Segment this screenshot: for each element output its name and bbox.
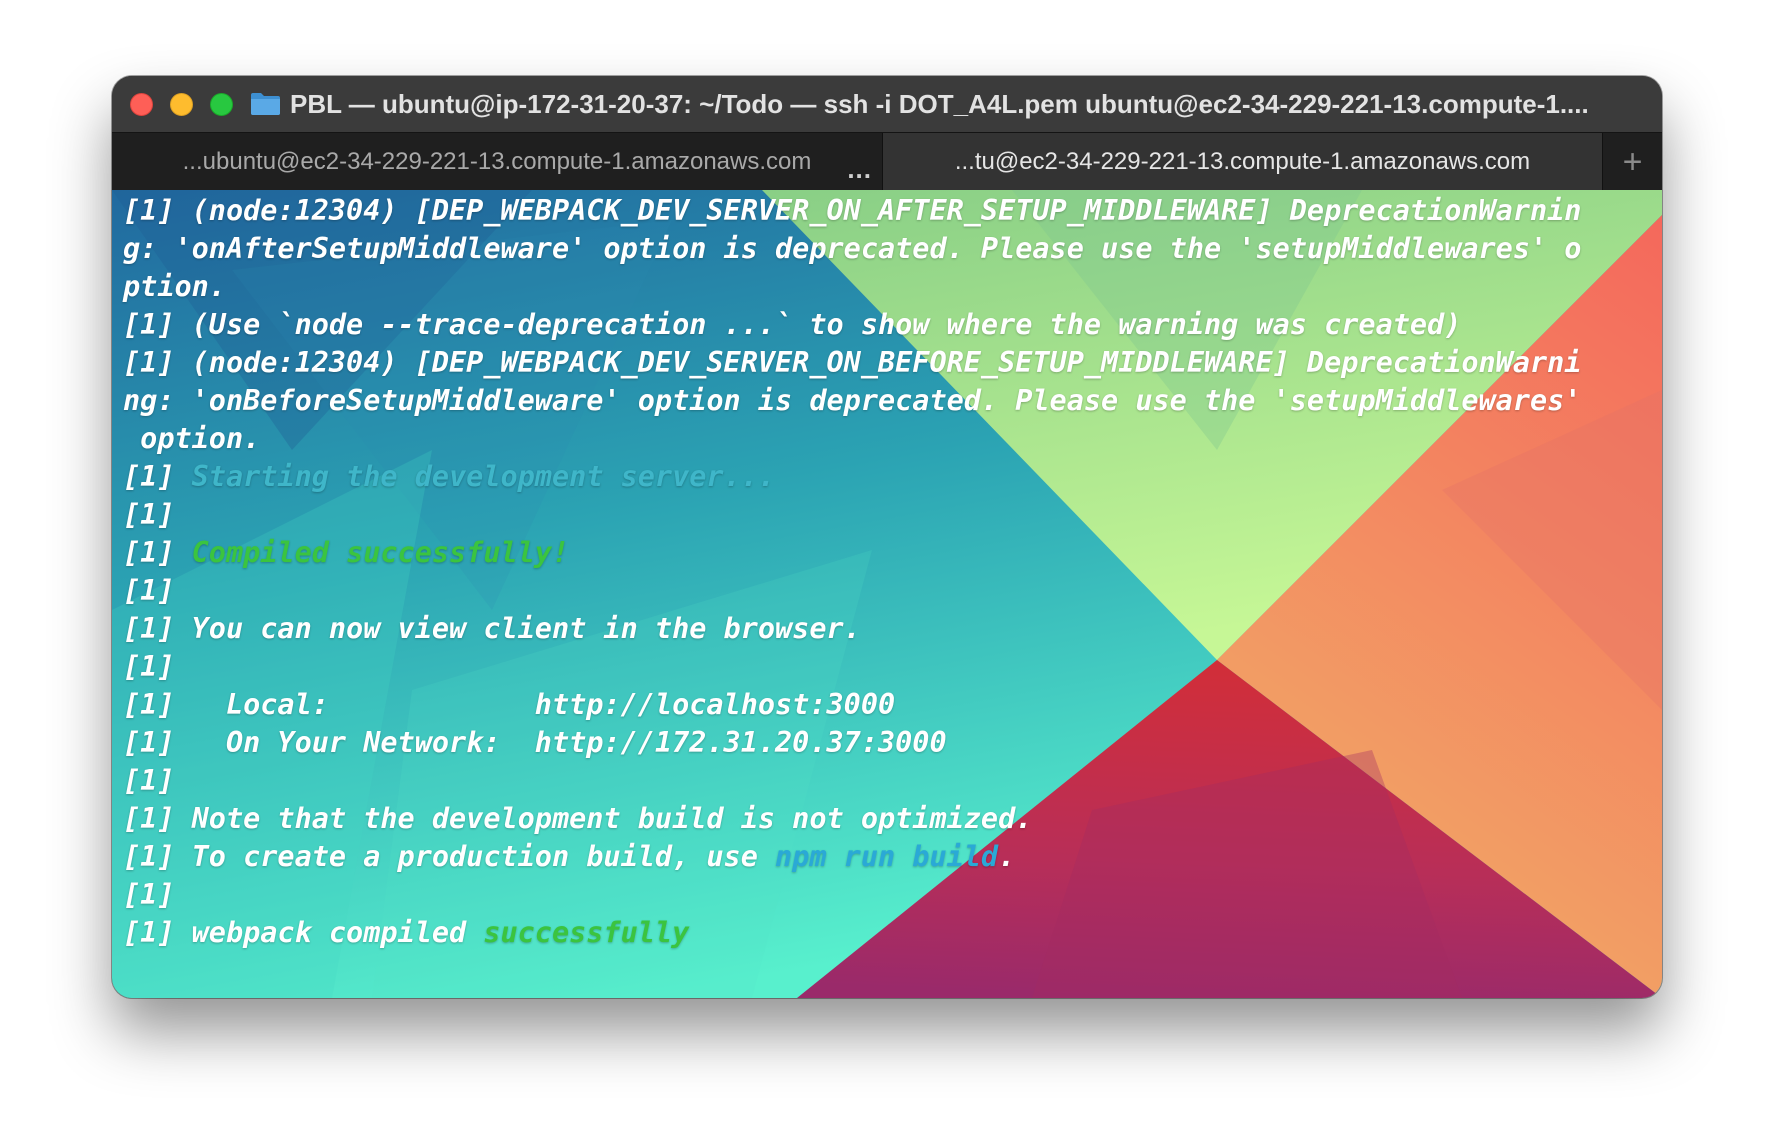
terminal-text-segment: [1] [123,460,192,493]
terminal-line: [1] Starting the development server... [123,458,1654,496]
terminal-text-segment: g: 'onAfterSetupMiddleware' option is de… [123,232,1582,265]
terminal-text-segment: Starting the development server... [191,460,776,493]
terminal-line: option. [123,420,1654,458]
terminal-line: [1] (node:12304) [DEP_WEBPACK_DEV_SERVER… [123,344,1654,382]
terminal-line: [1] To create a production build, use np… [123,838,1654,876]
terminal-text-segment: [1] To create a production build, use [123,840,776,873]
terminal-text-segment: npm run build [775,840,999,873]
terminal-line: g: 'onAfterSetupMiddleware' option is de… [123,230,1654,268]
terminal-text-segment: ption. [123,270,226,303]
terminal-line: [1] [123,648,1654,686]
terminal-line: [1] Note that the development build is n… [123,800,1654,838]
terminal-text-segment: [1] Note that the development build is n… [123,802,1033,835]
minimize-button[interactable] [170,92,193,116]
terminal-line: ption. [123,268,1654,306]
terminal-text-segment: [1] [123,498,175,531]
terminal-text-segment: Compiled successfully! [191,536,570,569]
terminal-text-segment: [1] (node:12304) [DEP_WEBPACK_DEV_SERVER… [123,346,1582,379]
terminal-text-segment: [1] On Your Network: http://172.31.20.37… [123,726,947,759]
terminal-text-segment: successfully [483,916,690,949]
close-button[interactable] [130,92,153,116]
terminal-line: [1] [123,876,1654,914]
terminal-line: [1] [123,762,1654,800]
terminal-line: [1] (node:12304) [DEP_WEBPACK_DEV_SERVER… [123,192,1654,230]
terminal-line: [1] You can now view client in the brows… [123,610,1654,648]
terminal-line: [1] On Your Network: http://172.31.20.37… [123,724,1654,762]
window-controls [130,92,233,116]
terminal-line: [1] webpack compiled successfully [123,914,1654,952]
terminal-text-segment: [1] Local: http://localhost:3000 [123,688,896,721]
window-title: PBL — ubuntu@ip-172-31-20-37: ~/Todo — s… [290,88,1589,119]
terminal-text-segment: [1] (Use `node --trace-deprecation ...` … [123,308,1462,341]
title-bar[interactable]: PBL — ubuntu@ip-172-31-20-37: ~/Todo — s… [112,76,1662,132]
terminal-content[interactable]: [1] (node:12304) [DEP_WEBPACK_DEV_SERVER… [112,190,1662,998]
terminal-line: [1] [123,572,1654,610]
tab-ssh-session-1[interactable]: ...ubuntu@ec2-34-229-221-13.compute-1.am… [112,133,882,191]
tab-overflow-icon: ... [847,154,872,184]
tab-label: ...ubuntu@ec2-34-229-221-13.compute-1.am… [182,148,812,175]
tab-label: ...tu@ec2-34-229-221-13.compute-1.amazon… [954,148,1531,175]
terminal-text-segment: [1] [123,764,175,797]
new-tab-button[interactable]: + [1603,133,1662,191]
terminal-text-segment: [1] You can now view client in the brows… [123,612,861,645]
zoom-button[interactable] [210,92,233,116]
terminal-text-segment: [1] webpack compiled [123,916,484,949]
terminal-text-segment: [1] [123,574,175,607]
terminal-line: [1] Compiled successfully! [123,534,1654,572]
tab-bar: ...ubuntu@ec2-34-229-221-13.compute-1.am… [112,132,1662,191]
terminal-text-segment: option. [123,422,261,455]
folder-icon [250,92,281,116]
terminal-text-segment: ng: 'onBeforeSetupMiddleware' option is … [123,384,1582,417]
terminal-text-segment: [1] [123,536,192,569]
tab-ssh-session-2[interactable]: ...tu@ec2-34-229-221-13.compute-1.amazon… [882,133,1603,191]
terminal-output: [1] (node:12304) [DEP_WEBPACK_DEV_SERVER… [123,192,1654,952]
terminal-text-segment: [1] [123,650,175,683]
terminal-window: PBL — ubuntu@ip-172-31-20-37: ~/Todo — s… [112,76,1662,998]
terminal-text-segment: [1] [123,878,175,911]
terminal-line: [1] [123,496,1654,534]
terminal-line: [1] Local: http://localhost:3000 [123,686,1654,724]
terminal-text-segment: [1] (node:12304) [DEP_WEBPACK_DEV_SERVER… [123,194,1582,227]
terminal-text-segment: . [998,840,1016,873]
terminal-line: ng: 'onBeforeSetupMiddleware' option is … [123,382,1654,420]
terminal-line: [1] (Use `node --trace-deprecation ...` … [123,306,1654,344]
